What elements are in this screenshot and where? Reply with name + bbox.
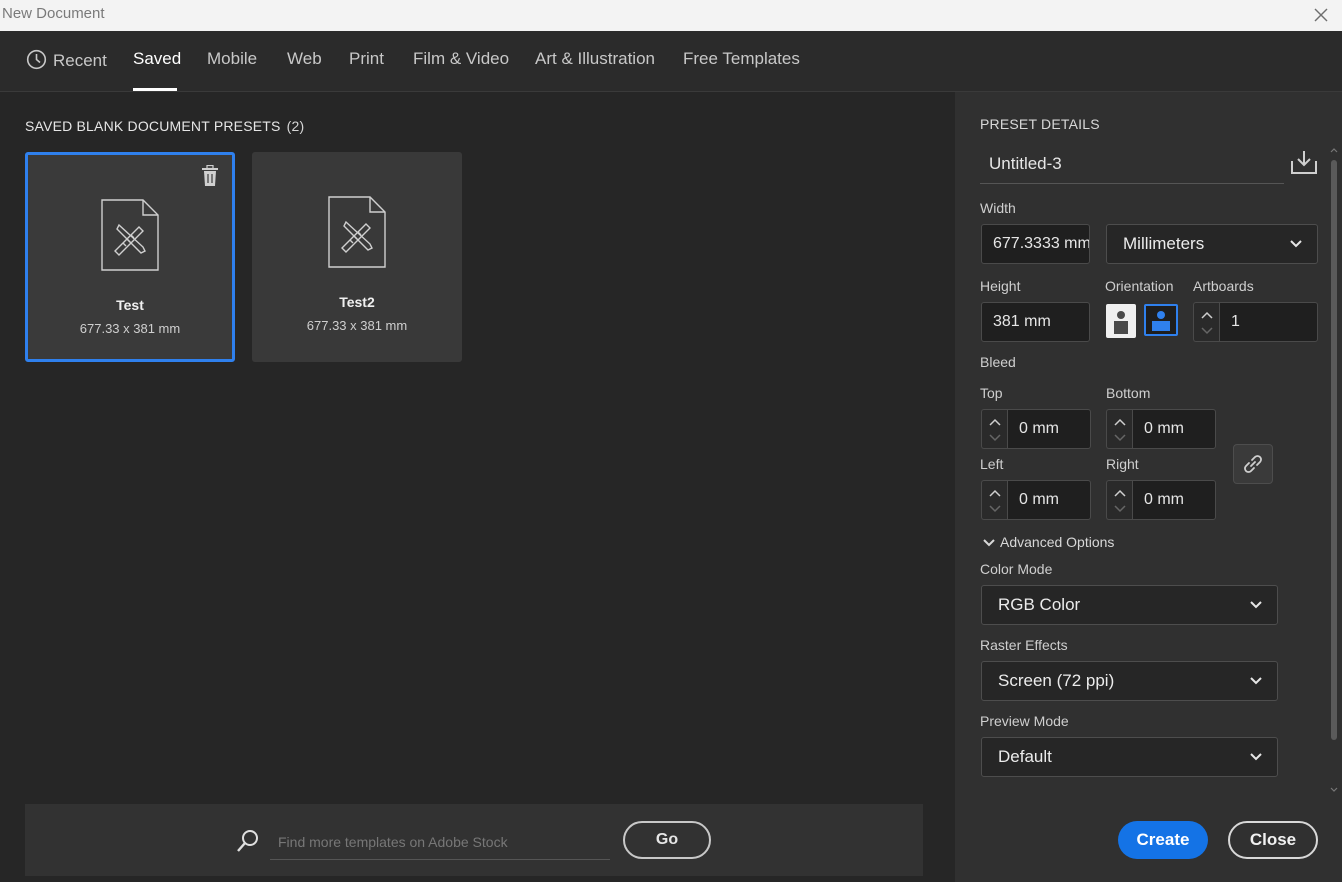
- artboards-label: Artboards: [1193, 278, 1254, 294]
- landscape-orientation-button[interactable]: [1144, 304, 1178, 336]
- color-mode-value: RGB Color: [998, 595, 1081, 614]
- bleed-left-stepper[interactable]: [981, 480, 1007, 520]
- chevron-up-icon[interactable]: [1114, 418, 1126, 426]
- presets-count: (2): [286, 118, 305, 134]
- save-preset-icon[interactable]: [1290, 149, 1318, 175]
- title-bar: New Document: [0, 0, 1342, 31]
- category-tabs: Recent Saved Mobile Web Print Film & Vid…: [0, 31, 1342, 92]
- document-icon: [328, 196, 386, 268]
- presets-title: SAVED BLANK DOCUMENT PRESETS: [25, 118, 281, 134]
- tab-art-illustration[interactable]: Art & Illustration: [535, 49, 655, 69]
- chevron-down-icon: [1290, 240, 1302, 248]
- bleed-right-input[interactable]: 0 mm: [1132, 480, 1216, 520]
- tab-recent[interactable]: Recent: [26, 49, 107, 71]
- link-icon: [1244, 455, 1262, 473]
- advanced-options-toggle[interactable]: Advanced Options: [982, 534, 1114, 550]
- chevron-up-icon[interactable]: [989, 418, 1001, 426]
- details-scrollbar[interactable]: [1329, 146, 1339, 794]
- height-input[interactable]: 381 mm: [981, 302, 1090, 342]
- preset-name: Test2: [339, 294, 375, 310]
- chevron-up-icon[interactable]: [1201, 311, 1213, 319]
- portrait-orientation-button[interactable]: [1106, 304, 1136, 338]
- chevron-up-icon[interactable]: [989, 489, 1001, 497]
- chevron-down-icon[interactable]: [1201, 327, 1213, 335]
- create-button[interactable]: Create: [1118, 821, 1208, 859]
- chevron-down-icon: [1250, 753, 1262, 761]
- chevron-down-icon: [983, 539, 995, 547]
- bleed-bottom-stepper[interactable]: [1106, 409, 1132, 449]
- portrait-icon: [1114, 311, 1128, 334]
- tab-film-video[interactable]: Film & Video: [413, 49, 509, 69]
- tab-saved[interactable]: Saved: [133, 49, 181, 69]
- chevron-down-icon[interactable]: [1114, 434, 1126, 442]
- trash-icon[interactable]: [200, 165, 220, 187]
- stock-search-input[interactable]: [270, 824, 610, 860]
- preset-size: 677.33 x 381 mm: [306, 318, 408, 333]
- preset-card[interactable]: Test2 677.33 x 381 mm: [252, 152, 462, 362]
- chevron-down-icon: [1250, 601, 1262, 609]
- bleed-bottom-input[interactable]: 0 mm: [1132, 409, 1216, 449]
- presets-heading: SAVED BLANK DOCUMENT PRESETS (2): [25, 118, 304, 134]
- bleed-right-label: Right: [1106, 456, 1139, 472]
- units-dropdown[interactable]: Millimeters: [1106, 224, 1318, 264]
- adobe-stock-search-bar: Go: [25, 804, 923, 876]
- bleed-right-stepper[interactable]: [1106, 480, 1132, 520]
- width-label: Width: [980, 200, 1016, 216]
- tab-web[interactable]: Web: [287, 49, 322, 69]
- preview-mode-dropdown[interactable]: Default: [981, 737, 1278, 777]
- preset-details-panel: PRESET DETAILS Untitled-3 Width 677.3333…: [955, 92, 1342, 882]
- close-button[interactable]: Close: [1228, 821, 1318, 859]
- preview-mode-label: Preview Mode: [980, 713, 1069, 729]
- scroll-down-icon[interactable]: [1329, 786, 1339, 794]
- active-tab-indicator: [133, 88, 177, 91]
- artboards-stepper[interactable]: [1193, 302, 1219, 342]
- color-mode-label: Color Mode: [980, 561, 1053, 577]
- tab-mobile[interactable]: Mobile: [207, 49, 257, 69]
- tab-free-templates[interactable]: Free Templates: [683, 49, 800, 69]
- chevron-up-icon[interactable]: [1114, 489, 1126, 497]
- preset-details-title: PRESET DETAILS: [980, 116, 1100, 132]
- bleed-bottom-label: Bottom: [1106, 385, 1151, 401]
- bleed-left-input[interactable]: 0 mm: [1007, 480, 1091, 520]
- units-value: Millimeters: [1123, 234, 1205, 253]
- scroll-up-icon[interactable]: [1329, 146, 1339, 154]
- document-icon: [101, 199, 159, 271]
- bleed-left-label: Left: [980, 456, 1004, 472]
- artboards-input[interactable]: 1: [1219, 302, 1318, 342]
- preset-name-field[interactable]: Untitled-3: [980, 150, 1284, 184]
- window-title: New Document: [2, 5, 105, 22]
- preset-card[interactable]: Test 677.33 x 381 mm: [25, 152, 235, 362]
- chevron-down-icon: [1250, 677, 1262, 685]
- close-icon[interactable]: [1310, 4, 1332, 26]
- width-input[interactable]: 677.3333 mm: [981, 224, 1090, 264]
- preset-name: Test: [116, 297, 144, 313]
- chevron-down-icon[interactable]: [989, 434, 1001, 442]
- height-label: Height: [980, 278, 1021, 294]
- preview-mode-value: Default: [998, 747, 1052, 766]
- link-bleed-button[interactable]: [1233, 444, 1273, 484]
- bleed-top-input[interactable]: 0 mm: [1007, 409, 1091, 449]
- orientation-label: Orientation: [1105, 278, 1174, 294]
- go-button[interactable]: Go: [623, 821, 711, 859]
- raster-effects-value: Screen (72 ppi): [998, 671, 1115, 690]
- search-icon: [237, 830, 258, 852]
- landscape-icon: [1152, 311, 1170, 331]
- tab-recent-label: Recent: [53, 51, 107, 70]
- advanced-options-label: Advanced Options: [1000, 534, 1115, 550]
- bleed-label: Bleed: [980, 354, 1016, 370]
- raster-effects-dropdown[interactable]: Screen (72 ppi): [981, 661, 1278, 701]
- color-mode-dropdown[interactable]: RGB Color: [981, 585, 1278, 625]
- chevron-down-icon[interactable]: [989, 505, 1001, 513]
- presets-area: SAVED BLANK DOCUMENT PRESETS (2) Test 677…: [0, 92, 955, 882]
- bleed-top-stepper[interactable]: [981, 409, 1007, 449]
- preset-size: 677.33 x 381 mm: [79, 321, 181, 336]
- bleed-top-label: Top: [980, 385, 1003, 401]
- tab-print[interactable]: Print: [349, 49, 384, 69]
- raster-effects-label: Raster Effects: [980, 637, 1068, 653]
- scrollbar-thumb[interactable]: [1331, 160, 1337, 740]
- clock-icon: [26, 49, 47, 70]
- chevron-down-icon[interactable]: [1114, 505, 1126, 513]
